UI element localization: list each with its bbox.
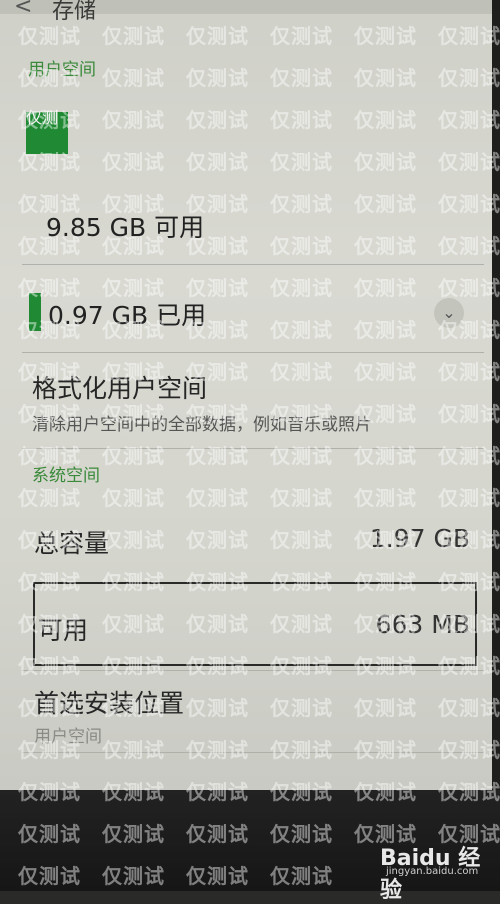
- preferred-install-location-title: 首选安装位置: [34, 689, 185, 718]
- section-header-user-space: 用户空间: [28, 60, 96, 80]
- device-bezel-right: [492, 0, 500, 891]
- expand-details-button[interactable]: ⌄: [434, 298, 464, 328]
- available-value: 663 MB: [375, 610, 470, 639]
- back-arrow-icon[interactable]: <: [14, 0, 32, 19]
- baidu-jingyan-url: jingyan.baidu.com: [386, 866, 479, 877]
- usage-block-label: 仅测: [26, 108, 59, 127]
- divider: [22, 352, 484, 353]
- preferred-install-location-value: 用户空间: [34, 727, 102, 747]
- divider: [22, 264, 484, 265]
- format-user-space-title: 格式化用户空间: [32, 374, 208, 403]
- total-capacity-value: 1.97 GB: [369, 524, 470, 553]
- available-label: 可用: [38, 616, 89, 645]
- free-space-text: 9.85 GB 可用: [46, 213, 205, 242]
- divider: [22, 448, 484, 449]
- used-legend-marker: [29, 293, 41, 331]
- used-space-text: 0.97 GB 已用: [48, 301, 207, 330]
- divider: [22, 670, 484, 671]
- total-capacity-label: 总容量: [34, 529, 110, 558]
- chevron-down-icon: ⌄: [442, 303, 456, 322]
- divider: [22, 752, 484, 753]
- page-title: 存储: [52, 0, 97, 24]
- settings-screen: < 存储 用户空间 仅测 9.85 GB 可用 0.97 GB 已用 ⌄ 格式化…: [0, 0, 492, 790]
- format-user-space-description: 清除用户空间中的全部数据，例如音乐或照片: [32, 415, 372, 435]
- section-header-system-space: 系统空间: [32, 466, 100, 486]
